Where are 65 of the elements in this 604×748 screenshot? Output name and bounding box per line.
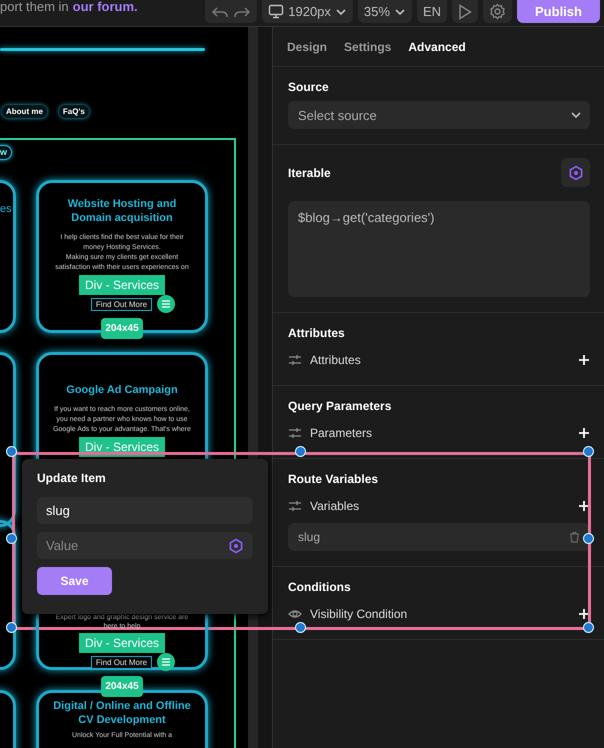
panel-tab[interactable]: Design bbox=[287, 40, 328, 54]
menu-icon bbox=[162, 658, 170, 666]
row-label: Variables bbox=[310, 499, 360, 513]
forum-link[interactable]: our forum. bbox=[72, 0, 138, 14]
key-field[interactable]: slug bbox=[37, 497, 253, 524]
zoom-label: 35% bbox=[364, 4, 390, 19]
section-heading: Query Parameters bbox=[288, 399, 392, 413]
plus-icon bbox=[578, 427, 590, 439]
value-field[interactable]: Value bbox=[37, 532, 253, 559]
variable-name: slug bbox=[298, 530, 320, 544]
panel-tab[interactable]: Advanced bbox=[408, 40, 466, 54]
code-field[interactable]: $blog→get('categories') bbox=[288, 201, 590, 297]
hexagon-icon[interactable] bbox=[228, 538, 244, 554]
section-heading: Iterable bbox=[288, 166, 331, 180]
sliders-icon bbox=[288, 427, 302, 439]
card-title: es bbox=[0, 203, 12, 215]
value-input[interactable]: Value bbox=[46, 538, 228, 553]
notice-text: port them in bbox=[0, 0, 69, 14]
row-label: Parameters bbox=[310, 426, 374, 440]
size-label: 204x45 bbox=[101, 676, 143, 697]
dynamic-data-button[interactable] bbox=[561, 158, 590, 187]
eye-icon bbox=[288, 608, 302, 620]
source-select[interactable]: Select source bbox=[288, 101, 590, 129]
element-label: Div - Services bbox=[78, 275, 165, 295]
menu-button[interactable] bbox=[157, 653, 176, 671]
viewport-dropdown[interactable]: 1920px bbox=[262, 0, 353, 23]
add-button[interactable] bbox=[578, 500, 590, 512]
find-out-more-button[interactable]: Find Out More bbox=[90, 656, 152, 668]
section-heading: Attributes bbox=[288, 326, 345, 340]
pill-button[interactable]: w bbox=[0, 145, 12, 160]
add-button[interactable] bbox=[578, 608, 590, 620]
settings-button[interactable] bbox=[483, 0, 512, 23]
settings-icon bbox=[489, 3, 506, 20]
variable-item[interactable]: slug bbox=[288, 523, 590, 551]
panel-tab[interactable]: Settings bbox=[344, 40, 392, 54]
preview-button[interactable] bbox=[452, 0, 478, 23]
element-label: Div - Services bbox=[78, 633, 165, 653]
card-title: Digital / Online and Offline CV Development bbox=[52, 699, 192, 727]
plus-icon bbox=[578, 608, 590, 620]
row-label: Visibility Condition bbox=[310, 607, 408, 621]
sliders-icon bbox=[288, 354, 302, 366]
viewport-label: 1920px bbox=[288, 4, 331, 19]
size-label: 204x45 bbox=[101, 318, 143, 339]
section-heading: Source bbox=[288, 80, 329, 94]
play-icon bbox=[458, 4, 472, 20]
sliders-icon bbox=[288, 500, 302, 512]
popup-title: Update Item bbox=[37, 471, 107, 485]
hexagon-icon bbox=[568, 164, 584, 180]
nav-link[interactable]: About me bbox=[2, 105, 47, 118]
plus-icon bbox=[578, 500, 590, 512]
card-title: Google Ad Campaign bbox=[65, 383, 179, 397]
plus-icon bbox=[578, 354, 590, 366]
section-heading: Conditions bbox=[288, 580, 351, 594]
language-button[interactable]: EN bbox=[416, 0, 447, 23]
add-button[interactable] bbox=[578, 427, 590, 439]
add-button[interactable] bbox=[578, 354, 590, 366]
card-title: Website Hosting and Domain acquisition bbox=[66, 197, 178, 225]
nav-link[interactable]: FaQ's bbox=[58, 105, 89, 118]
menu-button[interactable] bbox=[157, 295, 176, 313]
find-out-more-button[interactable]: Find Out More bbox=[90, 298, 152, 310]
row-label: Attributes bbox=[310, 353, 362, 367]
zoom-dropdown[interactable]: 35% bbox=[358, 0, 412, 23]
monitor-icon bbox=[268, 4, 284, 19]
section-heading: Route Variables bbox=[288, 472, 378, 486]
menu-icon bbox=[162, 300, 170, 308]
